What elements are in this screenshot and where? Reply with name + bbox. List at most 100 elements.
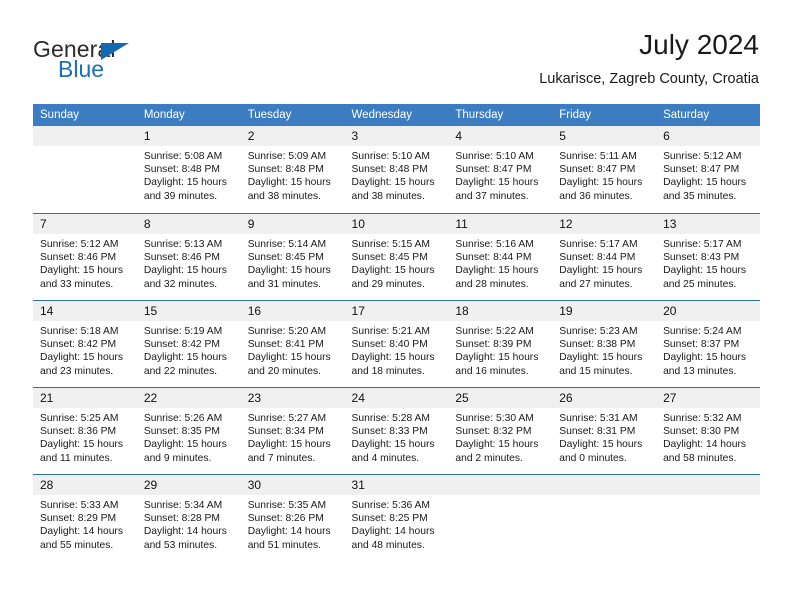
day-sun-info: Sunrise: 5:09 AM Sunset: 8:48 PM Daylight:…	[241, 146, 345, 203]
day-sun-info: Sunrise: 5:12 AM Sunset: 8:46 PM Daylight:…	[33, 234, 137, 291]
daylight-duration-line1: Daylight: 15 hours	[663, 177, 747, 189]
sunrise-time: Sunrise: 5:31 AM	[559, 413, 638, 424]
calendar-day-cell[interactable]: 24 Sunrise: 5:28 AM Sunset: 8:33 PM Dayligh…	[344, 387, 449, 475]
calendar-day-cell[interactable]: 21 Sunrise: 5:25 AM Sunset: 8:36 PM Dayligh…	[33, 387, 137, 475]
calendar-day-cell[interactable]: 17 Sunrise: 5:21 AM Sunset: 8:40 PM Dayligh…	[344, 300, 449, 388]
calendar-day-cell[interactable]: 27 Sunrise: 5:32 AM Sunset: 8:30 PM Dayligh…	[656, 387, 760, 475]
day-cell-inner: 17 Sunrise: 5:21 AM Sunset: 8:40 PM Dayligh…	[344, 301, 449, 387]
daylight-duration-line1: Daylight: 15 hours	[40, 439, 123, 451]
daylight-duration-line2: and 28 minutes.	[455, 278, 529, 290]
calendar-day-cell[interactable]: 14 Sunrise: 5:18 AM Sunset: 8:42 PM Dayligh…	[33, 300, 137, 388]
sunrise-time: Sunrise: 5:19 AM	[143, 326, 223, 337]
day-number: 1	[136, 126, 241, 146]
calendar-day-cell[interactable]: 4 Sunrise: 5:10 AM Sunset: 8:47 PM Daylight…	[448, 126, 553, 214]
sunrise-time: Sunrise: 5:12 AM	[663, 151, 742, 162]
calendar-day-cell[interactable]: 3 Sunrise: 5:10 AM Sunset: 8:48 PM Daylight…	[344, 126, 449, 214]
daylight-duration-line2: and 2 minutes.	[455, 452, 523, 464]
sunset-time: Sunset: 8:48 PM	[247, 164, 324, 176]
calendar-day-cell[interactable]: 31 Sunrise: 5:36 AM Sunset: 8:25 PM Dayligh…	[344, 474, 449, 561]
day-cell-inner: 24 Sunrise: 5:28 AM Sunset: 8:33 PM Dayligh…	[344, 388, 449, 474]
day-number: 6	[656, 126, 760, 146]
calendar-day-cell[interactable]: 16 Sunrise: 5:20 AM Sunset: 8:41 PM Dayligh…	[240, 300, 345, 388]
day-cell-inner: 9 Sunrise: 5:14 AM Sunset: 8:45 PM Daylight…	[240, 214, 345, 300]
sunrise-time: Sunrise: 5:23 AM	[559, 326, 638, 337]
day-cell-inner	[656, 475, 760, 561]
sunrise-time: Sunrise: 5:16 AM	[455, 239, 534, 250]
sunrise-time: Sunrise: 5:35 AM	[247, 500, 327, 511]
calendar-day-cell[interactable]: 20 Sunrise: 5:24 AM Sunset: 8:37 PM Dayligh…	[656, 300, 760, 388]
calendar-day-cell[interactable]: 10 Sunrise: 5:15 AM Sunset: 8:45 PM Dayligh…	[344, 213, 449, 301]
day-cell-inner: 15 Sunrise: 5:19 AM Sunset: 8:42 PM Dayligh…	[136, 301, 241, 387]
sunset-time: Sunset: 8:47 PM	[663, 164, 740, 176]
daylight-duration-line1: Daylight: 15 hours	[351, 177, 435, 189]
day-number	[552, 475, 657, 495]
day-number: 7	[33, 214, 137, 234]
day-sun-info: Sunrise: 5:16 AM Sunset: 8:44 PM Daylight:…	[448, 234, 552, 291]
calendar-day-cell[interactable]: 19 Sunrise: 5:23 AM Sunset: 8:38 PM Dayligh…	[552, 300, 657, 388]
calendar-day-cell[interactable]: 25 Sunrise: 5:30 AM Sunset: 8:32 PM Dayligh…	[448, 387, 553, 475]
calendar-day-cell[interactable]: 30 Sunrise: 5:35 AM Sunset: 8:26 PM Dayligh…	[240, 474, 345, 561]
calendar-day-cell[interactable]: 7 Sunrise: 5:12 AM Sunset: 8:46 PM Daylight…	[33, 213, 137, 301]
day-number	[656, 475, 760, 495]
sunset-time: Sunset: 8:33 PM	[351, 426, 428, 438]
day-cell-inner: 1 Sunrise: 5:08 AM Sunset: 8:48 PM Daylight…	[136, 126, 241, 213]
calendar-day-cell[interactable]: 11 Sunrise: 5:16 AM Sunset: 8:44 PM Dayligh…	[448, 213, 553, 301]
day-sun-info: Sunrise: 5:32 AM Sunset: 8:30 PM Daylight:…	[656, 408, 760, 465]
day-number: 5	[552, 126, 657, 146]
sunset-time: Sunset: 8:48 PM	[143, 164, 220, 176]
sunset-time: Sunset: 8:45 PM	[351, 252, 428, 264]
page-title: July 2024	[639, 29, 759, 60]
calendar-day-cell[interactable]: 26 Sunrise: 5:31 AM Sunset: 8:31 PM Dayligh…	[552, 387, 657, 475]
daylight-duration-line2: and 13 minutes.	[663, 365, 737, 377]
day-sun-info: Sunrise: 5:18 AM Sunset: 8:42 PM Daylight:…	[33, 321, 137, 378]
day-cell-inner	[552, 475, 657, 561]
calendar-day-cell[interactable]: 13 Sunrise: 5:17 AM Sunset: 8:43 PM Dayligh…	[656, 213, 760, 301]
calendar-day-cell-empty	[656, 474, 760, 561]
daylight-duration-line2: and 53 minutes.	[143, 539, 218, 551]
calendar-grid: Sunday Monday Tuesday Wednesday Thursday…	[33, 104, 760, 561]
day-cell-inner: 8 Sunrise: 5:13 AM Sunset: 8:46 PM Daylight…	[136, 214, 241, 300]
sunrise-time: Sunrise: 5:34 AM	[143, 500, 223, 511]
weekday-header-monday: Monday	[136, 104, 241, 126]
day-cell-inner: 23 Sunrise: 5:27 AM Sunset: 8:34 PM Dayligh…	[240, 388, 345, 474]
daylight-duration-line1: Daylight: 15 hours	[143, 177, 227, 189]
calendar-day-cell[interactable]: 5 Sunrise: 5:11 AM Sunset: 8:47 PM Daylight…	[552, 126, 657, 214]
daylight-duration-line2: and 58 minutes.	[663, 452, 737, 464]
daylight-duration-line2: and 29 minutes.	[351, 278, 425, 290]
day-sun-info: Sunrise: 5:26 AM Sunset: 8:35 PM Daylight:…	[137, 408, 241, 465]
calendar-day-cell[interactable]: 8 Sunrise: 5:13 AM Sunset: 8:46 PM Daylight…	[136, 213, 241, 301]
daylight-duration-line2: and 36 minutes.	[559, 190, 633, 202]
daylight-duration-line1: Daylight: 14 hours	[351, 526, 435, 538]
general-blue-logo[interactable]: General Blue	[33, 36, 263, 86]
sunset-time: Sunset: 8:36 PM	[40, 426, 117, 438]
calendar-page: General Blue July 2024 Lukarisce, Zagreb…	[0, 0, 792, 612]
calendar-day-cell[interactable]: 9 Sunrise: 5:14 AM Sunset: 8:45 PM Daylight…	[240, 213, 345, 301]
calendar-day-cell[interactable]: 15 Sunrise: 5:19 AM Sunset: 8:42 PM Dayligh…	[136, 300, 241, 388]
calendar-day-cell[interactable]: 6 Sunrise: 5:12 AM Sunset: 8:47 PM Daylight…	[656, 126, 760, 214]
sunset-time: Sunset: 8:42 PM	[143, 339, 220, 351]
calendar-day-cell[interactable]: 12 Sunrise: 5:17 AM Sunset: 8:44 PM Dayligh…	[552, 213, 657, 301]
day-number: 9	[240, 214, 345, 234]
daylight-duration-line1: Daylight: 15 hours	[559, 352, 643, 364]
day-number: 13	[656, 214, 760, 234]
day-number: 8	[136, 214, 241, 234]
calendar-day-cell[interactable]: 18 Sunrise: 5:22 AM Sunset: 8:39 PM Dayligh…	[448, 300, 553, 388]
day-sun-info: Sunrise: 5:25 AM Sunset: 8:36 PM Daylight:…	[33, 408, 137, 465]
daylight-duration-line2: and 31 minutes.	[247, 278, 321, 290]
day-number: 25	[448, 388, 553, 408]
daylight-duration-line1: Daylight: 15 hours	[455, 352, 539, 364]
calendar-day-cell[interactable]: 2 Sunrise: 5:09 AM Sunset: 8:48 PM Daylight…	[240, 126, 345, 214]
calendar-day-cell[interactable]: 28 Sunrise: 5:33 AM Sunset: 8:29 PM Dayligh…	[33, 474, 137, 561]
calendar-day-cell[interactable]: 22 Sunrise: 5:26 AM Sunset: 8:35 PM Dayligh…	[136, 387, 241, 475]
sunrise-time: Sunrise: 5:33 AM	[40, 500, 119, 511]
day-cell-inner: 30 Sunrise: 5:35 AM Sunset: 8:26 PM Dayligh…	[240, 475, 345, 561]
calendar-day-cell[interactable]: 23 Sunrise: 5:27 AM Sunset: 8:34 PM Dayligh…	[240, 387, 345, 475]
sunset-time: Sunset: 8:44 PM	[559, 252, 636, 264]
calendar-day-cell[interactable]: 29 Sunrise: 5:34 AM Sunset: 8:28 PM Dayligh…	[136, 474, 241, 561]
sunrise-time: Sunrise: 5:18 AM	[40, 326, 119, 337]
day-cell-inner: 14 Sunrise: 5:18 AM Sunset: 8:42 PM Dayligh…	[33, 301, 137, 387]
calendar-day-cell[interactable]: 1 Sunrise: 5:08 AM Sunset: 8:48 PM Daylight…	[136, 126, 241, 214]
weekday-header-wednesday: Wednesday	[344, 104, 449, 126]
daylight-duration-line1: Daylight: 15 hours	[143, 352, 227, 364]
daylight-duration-line1: Daylight: 15 hours	[455, 439, 539, 451]
